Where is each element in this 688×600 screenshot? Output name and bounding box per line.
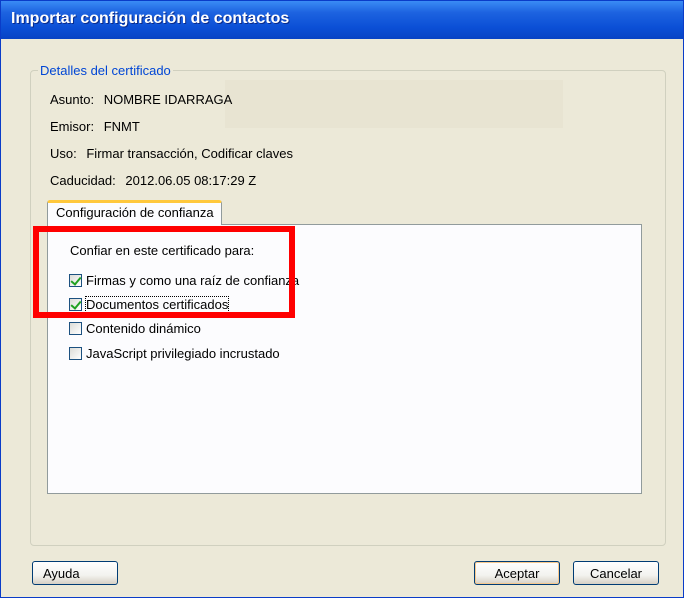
title-bar[interactable]: Importar configuración de contactos — [1, 1, 683, 39]
option-dynamic-content[interactable]: Contenido dinámico — [69, 319, 201, 337]
option-privileged-javascript[interactable]: JavaScript privilegiado incrustado — [69, 344, 280, 362]
usage-value: Firmar transacción, Codificar claves — [86, 146, 293, 161]
privileged-javascript-checkbox[interactable] — [69, 346, 82, 360]
cancel-button[interactable]: Cancelar — [573, 561, 659, 585]
issuer-line: Emisor: FNMT — [50, 119, 140, 134]
subject-redaction-box — [225, 80, 563, 128]
expiry-line: Caducidad: 2012.06.05 08:17:29 Z — [50, 173, 256, 188]
usage-line: Uso: Firmar transacción, Codificar clave… — [50, 146, 293, 161]
tab-trust-settings[interactable]: Configuración de confianza — [47, 200, 222, 225]
subject-label: Asunto: — [50, 92, 95, 107]
annotation-highlight-box — [33, 226, 295, 318]
issuer-label: Emisor: — [50, 119, 95, 134]
ok-button[interactable]: Aceptar — [474, 561, 560, 585]
help-button[interactable]: Ayuda — [32, 561, 118, 585]
certificate-details-legend: Detalles del certificado — [38, 63, 173, 78]
issuer-value: FNMT — [103, 119, 140, 134]
subject-line: Asunto: NOMBRE IDARRAGA — [50, 92, 232, 107]
dynamic-content-label: Contenido dinámico — [86, 320, 201, 336]
usage-label: Uso: — [50, 146, 77, 161]
dynamic-content-checkbox[interactable] — [69, 321, 82, 335]
window-title: Importar configuración de contactos — [11, 10, 290, 27]
privileged-javascript-label: JavaScript privilegiado incrustado — [86, 345, 280, 361]
expiry-value: 2012.06.05 08:17:29 Z — [125, 173, 257, 188]
expiry-label: Caducidad: — [50, 173, 116, 188]
subject-value: NOMBRE IDARRAGA — [103, 92, 233, 107]
